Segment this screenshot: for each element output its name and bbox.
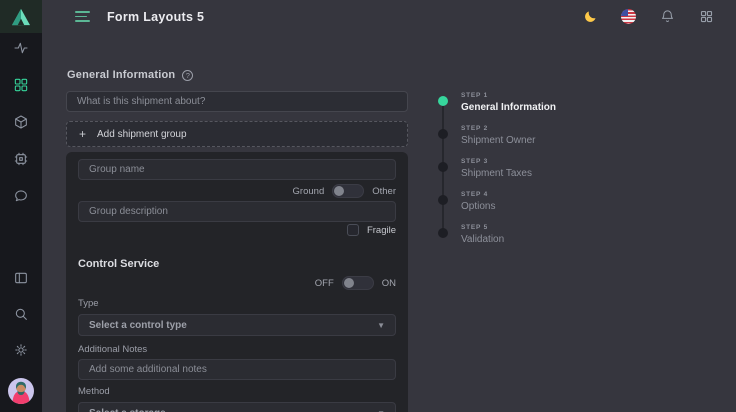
step-item-2[interactable]: STEP 2 Shipment Owner	[438, 125, 535, 146]
method-label: Method	[78, 386, 396, 397]
step-title: Validation	[461, 234, 504, 245]
off-label: OFF	[315, 278, 334, 289]
step-number: STEP 3	[461, 158, 532, 165]
shipping-mode-toggle[interactable]	[332, 184, 364, 198]
sidebar	[0, 0, 42, 412]
plus-icon: +	[79, 128, 86, 140]
menu-icon[interactable]	[75, 11, 90, 22]
layout-icon[interactable]	[13, 270, 29, 286]
add-shipment-group-label: Add shipment group	[97, 129, 187, 140]
control-service-title: Control Service	[78, 258, 396, 270]
toggle-right-label: Other	[372, 186, 396, 197]
group-description-input[interactable]	[78, 201, 396, 222]
shipment-about-input[interactable]	[66, 91, 408, 112]
shipment-group-card: Ground Other Fragile Control Service OFF…	[66, 152, 408, 412]
grid-icon[interactable]	[13, 77, 29, 93]
chevron-down-icon: ▼	[377, 321, 385, 330]
step-item-5[interactable]: STEP 5 Validation	[438, 224, 504, 245]
help-icon[interactable]: ?	[182, 70, 193, 81]
control-type-value: Select a control type	[89, 320, 187, 331]
section-header: General Information ?	[67, 69, 193, 81]
search-icon[interactable]	[13, 306, 29, 322]
chevron-down-icon: ▼	[377, 409, 385, 412]
page-title: Form Layouts 5	[107, 10, 204, 24]
storage-method-value: Select a storage	[89, 408, 166, 412]
activity-icon[interactable]	[13, 40, 29, 56]
step-title: Shipment Owner	[461, 135, 535, 146]
control-service-toggle-row: OFF ON	[78, 276, 396, 290]
logo-triangle-icon	[11, 8, 31, 26]
storage-method-select[interactable]: Select a storage ▼	[78, 402, 396, 412]
notes-label: Additional Notes	[78, 344, 396, 355]
step-item-3[interactable]: STEP 3 Shipment Taxes	[438, 158, 532, 179]
cube-icon[interactable]	[13, 114, 29, 130]
step-title: Shipment Taxes	[461, 168, 532, 179]
toggle-knob	[344, 278, 354, 288]
control-type-select[interactable]: Select a control type ▼	[78, 314, 396, 336]
settings-gear-icon[interactable]	[13, 342, 29, 358]
apps-menu-icon[interactable]	[698, 9, 714, 25]
step-dot	[438, 195, 448, 205]
type-label: Type	[78, 298, 396, 309]
fragile-row: Fragile	[78, 224, 396, 236]
chat-icon[interactable]	[13, 188, 29, 204]
sidebar-nav-icons	[0, 40, 42, 204]
step-dot	[438, 96, 448, 106]
toggle-knob	[334, 186, 344, 196]
app-logo[interactable]	[0, 0, 42, 33]
fragile-label: Fragile	[367, 225, 396, 236]
step-dot	[438, 162, 448, 172]
toggle-left-label: Ground	[293, 186, 325, 197]
step-number: STEP 1	[461, 92, 556, 99]
step-dot	[438, 228, 448, 238]
step-number: STEP 2	[461, 125, 535, 132]
sidebar-utility-icons	[0, 270, 42, 404]
control-service-toggle[interactable]	[342, 276, 374, 290]
step-item-4[interactable]: STEP 4 Options	[438, 191, 495, 212]
additional-notes-input[interactable]	[78, 359, 396, 380]
form-stepper: STEP 1 General Information STEP 2 Shipme…	[438, 0, 688, 412]
step-item-1[interactable]: STEP 1 General Information	[438, 92, 556, 113]
section-title: General Information	[67, 69, 175, 81]
on-label: ON	[382, 278, 396, 289]
step-title: General Information	[461, 102, 556, 113]
user-avatar[interactable]	[8, 378, 34, 404]
add-shipment-group-button[interactable]: + Add shipment group	[66, 121, 408, 147]
group-name-input[interactable]	[78, 159, 396, 180]
step-number: STEP 4	[461, 191, 495, 198]
step-dot	[438, 129, 448, 139]
fragile-checkbox[interactable]	[347, 224, 359, 236]
step-title: Options	[461, 201, 495, 212]
chip-icon[interactable]	[13, 151, 29, 167]
step-number: STEP 5	[461, 224, 504, 231]
shipping-mode-toggle-row: Ground Other	[78, 184, 396, 198]
